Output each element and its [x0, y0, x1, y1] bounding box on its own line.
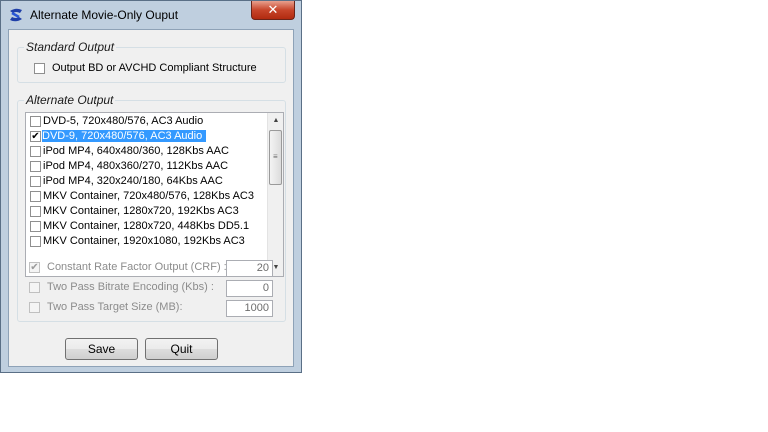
- list-item-label: iPod MP4, 320x240/180, 64Kbs AAC: [43, 175, 223, 187]
- list-item[interactable]: iPod MP4, 640x480/360, 128Kbs AAC: [28, 144, 261, 159]
- list-item[interactable]: MKV Container, 1280x720, 192Kbs AC3: [28, 204, 261, 219]
- dialog-client-area: Standard Output Output BD or AVCHD Compl…: [8, 29, 294, 367]
- list-item-checkbox[interactable]: [30, 221, 41, 232]
- list-item[interactable]: MKV Container, 1920x1080, 192Kbs AC3: [28, 234, 261, 249]
- list-item-label: iPod MP4, 480x360/270, 112Kbs AAC: [43, 160, 229, 172]
- dialog-window: Alternate Movie-Only Ouput ✕ Standard Ou…: [0, 0, 302, 373]
- bitrate-label: Two Pass Bitrate Encoding (Kbs) :: [47, 281, 214, 293]
- list-item[interactable]: MKV Container, 720x480/576, 128Kbs AC3: [28, 189, 261, 204]
- list-item-label: DVD-9, 720x480/576, AC3 Audio: [42, 130, 207, 142]
- output-format-list[interactable]: DVD-5, 720x480/576, AC3 Audio ✔ DVD-9, 7…: [25, 112, 284, 277]
- list-item-checkbox[interactable]: [30, 161, 41, 172]
- quit-button[interactable]: Quit: [145, 338, 218, 360]
- list-item-checkbox[interactable]: [30, 206, 41, 217]
- list-item[interactable]: iPod MP4, 480x360/270, 112Kbs AAC: [28, 159, 261, 174]
- list-item-checkbox[interactable]: [30, 176, 41, 187]
- list-item-label: MKV Container, 1920x1080, 192Kbs AC3: [43, 235, 245, 247]
- save-button[interactable]: Save: [65, 338, 138, 360]
- checkmark-icon: ✔: [31, 131, 40, 142]
- list-item-label: MKV Container, 1280x720, 448Kbs DD5.1: [43, 220, 250, 232]
- bitrate-value-field[interactable]: 0: [226, 280, 273, 297]
- close-icon: ✕: [267, 2, 279, 17]
- list-item-label: DVD-5, 720x480/576, AC3 Audio: [43, 115, 204, 127]
- list-item-label: iPod MP4, 640x480/360, 128Kbs AAC: [43, 145, 229, 157]
- list-scrollbar[interactable]: ▲ ≡ ▼: [267, 113, 283, 276]
- target-size-label: Two Pass Target Size (MB):: [47, 301, 183, 313]
- target-size-checkbox[interactable]: [29, 302, 40, 313]
- list-item[interactable]: ✔ DVD-9, 720x480/576, AC3 Audio: [28, 129, 261, 144]
- list-item[interactable]: iPod MP4, 320x240/180, 64Kbs AAC: [28, 174, 261, 189]
- list-item-checkbox[interactable]: [30, 191, 41, 202]
- close-button[interactable]: ✕: [251, 1, 295, 20]
- compliant-structure-checkbox[interactable]: [34, 63, 45, 74]
- crf-value-field[interactable]: 20: [226, 260, 273, 277]
- bitrate-checkbox[interactable]: [29, 282, 40, 293]
- list-item-checkbox[interactable]: [30, 236, 41, 247]
- target-size-value-field[interactable]: 1000: [226, 300, 273, 317]
- standard-output-title: Standard Output: [24, 40, 117, 54]
- list-item-checkbox[interactable]: ✔: [30, 131, 41, 142]
- standard-output-group: Standard Output Output BD or AVCHD Compl…: [17, 40, 286, 83]
- app-icon: [10, 8, 22, 22]
- grip-icon: ≡: [273, 152, 278, 161]
- list-item-checkbox[interactable]: [30, 116, 41, 127]
- list-item-checkbox[interactable]: [30, 146, 41, 157]
- crf-label: Constant Rate Factor Output (CRF) :: [47, 261, 227, 273]
- window-title: Alternate Movie-Only Ouput: [30, 8, 179, 22]
- title-bar[interactable]: Alternate Movie-Only Ouput ✕: [1, 1, 301, 28]
- crf-checkbox[interactable]: ✔: [29, 262, 40, 273]
- checkmark-icon: ✔: [30, 262, 39, 273]
- list-item[interactable]: MKV Container, 1280x720, 448Kbs DD5.1: [28, 219, 261, 234]
- list-item[interactable]: DVD-5, 720x480/576, AC3 Audio: [28, 114, 261, 129]
- compliant-structure-label: Output BD or AVCHD Compliant Structure: [52, 62, 257, 74]
- alternate-output-title: Alternate Output: [24, 93, 116, 107]
- list-item-label: MKV Container, 1280x720, 192Kbs AC3: [43, 205, 239, 217]
- list-item-label: MKV Container, 720x480/576, 128Kbs AC3: [43, 190, 254, 202]
- scrollbar-thumb[interactable]: ≡: [269, 130, 282, 185]
- chevron-up-icon[interactable]: ▲: [268, 113, 283, 129]
